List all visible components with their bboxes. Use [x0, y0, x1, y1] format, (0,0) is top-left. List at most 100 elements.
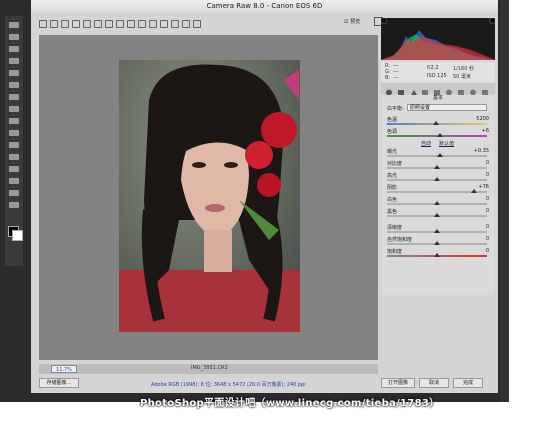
camera-raw-dialog: Camera Raw 8.0 - Canon EOS 6D ☑ 预览 11.7%…: [31, 0, 498, 393]
straighten-tool-icon[interactable]: [105, 20, 113, 28]
filename-label: IMG_3951.CR2: [191, 365, 228, 371]
stamp-tool-icon[interactable]: [9, 94, 19, 100]
portrait-photo: [119, 60, 300, 332]
slider-value[interactable]: 0: [486, 196, 489, 202]
panel-title: 基本: [432, 95, 443, 101]
default-link[interactable]: 默认值: [439, 140, 454, 147]
hand-tool-icon[interactable]: [9, 190, 19, 196]
focal-length-value: 50 毫米: [453, 74, 471, 80]
slider-saturation[interactable]: 饱和度 0: [385, 248, 491, 257]
slider-whites[interactable]: 白色 0: [385, 196, 491, 205]
panel-tabs: [381, 83, 495, 96]
white-balance-tool-icon[interactable]: [61, 20, 69, 28]
eyedropper-tool-icon[interactable]: [9, 70, 19, 76]
cancel-button[interactable]: 取消: [419, 378, 449, 388]
zoom-tool-icon[interactable]: [39, 20, 47, 28]
brush-tool-icon[interactable]: [9, 82, 19, 88]
preview-checkbox[interactable]: ☑ 预览: [344, 18, 360, 25]
crop-tool-icon[interactable]: [9, 58, 19, 64]
slider-knob[interactable]: [434, 253, 440, 257]
preferences-icon[interactable]: [171, 20, 179, 28]
slider-value[interactable]: 5200: [476, 116, 489, 122]
zoom-level-select[interactable]: 11.7%: [51, 365, 77, 373]
type-tool-icon[interactable]: [9, 154, 19, 160]
slider-label: 白色: [387, 197, 398, 203]
slider-label: 曝光: [387, 149, 398, 155]
slider-value[interactable]: 0: [486, 224, 489, 230]
crop-tool-icon[interactable]: [94, 20, 102, 28]
shadow-clipping-icon[interactable]: [380, 17, 387, 24]
tools-panel: [5, 16, 23, 266]
slider-clarity[interactable]: 清晰度 0: [385, 224, 491, 233]
marquee-tool-icon[interactable]: [9, 34, 19, 40]
open-image-button[interactable]: 打开图像: [381, 378, 415, 388]
slider-label: 对比度: [387, 161, 403, 167]
rotate-left-icon[interactable]: [182, 20, 190, 28]
done-button[interactable]: 完成: [453, 378, 483, 388]
slider-knob[interactable]: [434, 213, 440, 217]
aperture-value: f/2.2: [427, 65, 439, 71]
image-preview-area: [39, 35, 378, 360]
highlight-clipping-icon[interactable]: [489, 17, 496, 24]
eraser-tool-icon[interactable]: [9, 106, 19, 112]
slider-tint[interactable]: 色调 +6: [385, 128, 491, 137]
camera-raw-toolbar: [39, 14, 379, 33]
adjustment-brush-icon[interactable]: [138, 20, 146, 28]
slider-knob[interactable]: [434, 165, 440, 169]
gradient-tool-icon[interactable]: [9, 118, 19, 124]
slider-label: 自然饱和度: [387, 237, 413, 243]
background-color-swatch[interactable]: [12, 230, 23, 241]
slider-value[interactable]: 0: [486, 208, 489, 214]
white-balance-select[interactable]: 原照设置: [407, 104, 487, 111]
histogram-graphic: [380, 17, 496, 60]
zoom-tool-icon[interactable]: [9, 202, 19, 208]
slider-value[interactable]: 0: [486, 172, 489, 178]
slider-knob[interactable]: [434, 229, 440, 233]
slider-value[interactable]: 0: [486, 236, 489, 242]
slider-value[interactable]: 0: [486, 160, 489, 166]
slider-knob[interactable]: [471, 189, 477, 193]
move-tool-icon[interactable]: [9, 22, 19, 28]
preview-label: 预览: [350, 19, 361, 25]
slider-value[interactable]: +0.35: [474, 148, 489, 154]
slider-knob[interactable]: [433, 121, 439, 125]
red-eye-tool-icon[interactable]: [127, 20, 135, 28]
color-sampler-tool-icon[interactable]: [72, 20, 80, 28]
iso-value: ISO 125: [427, 73, 447, 79]
target-adjustment-tool-icon[interactable]: [83, 20, 91, 28]
pen-tool-icon[interactable]: [9, 142, 19, 148]
rotate-right-icon[interactable]: [193, 20, 201, 28]
slider-exposure[interactable]: 曝光 +0.35: [385, 148, 491, 157]
slider-blacks[interactable]: 黑色 0: [385, 208, 491, 217]
slider-value[interactable]: 0: [486, 248, 489, 254]
auto-link[interactable]: 自动: [421, 140, 431, 147]
slider-vibrance[interactable]: 自然饱和度 0: [385, 236, 491, 245]
slider-label: 清晰度: [387, 225, 403, 231]
slider-value[interactable]: +76: [478, 184, 489, 190]
graduated-filter-icon[interactable]: [149, 20, 157, 28]
shutter-value: 1/160 秒: [453, 66, 474, 72]
slider-knob[interactable]: [434, 177, 440, 181]
hand-tool-icon[interactable]: [50, 20, 58, 28]
slider-shadows[interactable]: 阴影 +76: [385, 184, 491, 193]
slider-knob[interactable]: [434, 201, 440, 205]
slider-highlights[interactable]: 高光 0: [385, 172, 491, 181]
slider-knob[interactable]: [437, 133, 443, 137]
dodge-tool-icon[interactable]: [9, 130, 19, 136]
slider-knob[interactable]: [437, 153, 443, 157]
workflow-options-link[interactable]: Adobe RGB (1998); 8 位; 3648 x 5472 (20.0…: [151, 381, 306, 388]
slider-temperature[interactable]: 色温 5200: [385, 116, 491, 125]
path-select-tool-icon[interactable]: [9, 166, 19, 172]
b-value: ---: [393, 75, 399, 81]
slider-value[interactable]: +6: [482, 128, 489, 134]
radial-filter-icon[interactable]: [160, 20, 168, 28]
spot-removal-tool-icon[interactable]: [116, 20, 124, 28]
histogram: [380, 17, 496, 60]
camera-readout: R: --- G: --- B: --- f/2.2 1/160 秒 ISO 1…: [381, 62, 495, 82]
save-image-button[interactable]: 存储图像...: [39, 378, 79, 388]
lasso-tool-icon[interactable]: [9, 46, 19, 52]
slider-label: 色温: [387, 117, 398, 123]
shape-tool-icon[interactable]: [9, 178, 19, 184]
slider-knob[interactable]: [434, 241, 440, 245]
slider-contrast[interactable]: 对比度 0: [385, 160, 491, 169]
